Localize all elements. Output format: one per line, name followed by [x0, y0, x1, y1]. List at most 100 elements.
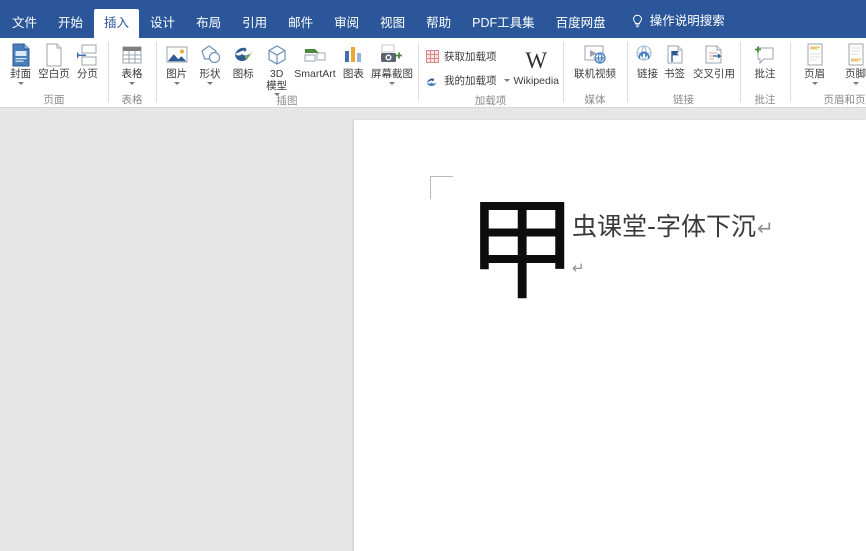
button-page-break[interactable]: 分页	[71, 41, 104, 81]
tab-baidu-netdisk[interactable]: 百度网盘	[546, 9, 616, 39]
button-new-comment-label: 批注	[754, 68, 776, 80]
tab-home[interactable]: 开始	[48, 9, 93, 39]
button-footer-label: 页脚	[845, 68, 866, 80]
button-footer[interactable]: 页脚	[835, 41, 866, 85]
chevron-down-icon[interactable]	[17, 81, 24, 85]
ribbon-group-tables-label: 表格	[121, 94, 143, 107]
chevron-down-icon[interactable]	[173, 81, 180, 85]
tab-insert[interactable]: 插入	[94, 8, 140, 38]
tab-view[interactable]: 视图	[370, 9, 415, 39]
button-shapes[interactable]: 形状	[193, 41, 226, 85]
button-page-break-label: 分页	[76, 68, 98, 80]
ribbon-group-media-label: 媒体	[584, 94, 606, 107]
margin-marker	[430, 176, 453, 199]
chevron-down-icon[interactable]	[206, 81, 213, 85]
button-my-addins[interactable]: 我的加载项	[422, 71, 513, 89]
tab-pdf-tools[interactable]: PDF工具集	[462, 9, 545, 39]
ribbon-group-addins: 获取加载项 我的加载项 W Wikipedia 加载项	[418, 38, 563, 108]
button-bookmark-label: 书签	[664, 68, 685, 80]
link-icon	[632, 43, 656, 67]
3d-model-icon	[266, 43, 288, 67]
ribbon-group-pages-label: 页面	[43, 94, 65, 107]
page-break-icon	[76, 43, 98, 67]
ribbon-group-pages: 封面 空白页 分页 页面	[0, 38, 108, 108]
button-get-addins[interactable]: 获取加载项	[422, 47, 513, 65]
button-online-video[interactable]: 联机视频	[567, 41, 623, 81]
table-icon	[121, 43, 143, 67]
button-blank-page[interactable]: 空白页	[37, 41, 71, 81]
button-smartart-label: SmartArt	[294, 68, 336, 80]
chevron-down-icon[interactable]	[503, 78, 510, 82]
button-icons-label: 图标	[232, 68, 254, 80]
button-table[interactable]: 表格	[112, 41, 152, 85]
picture-icon	[165, 43, 189, 67]
cross-reference-icon	[703, 43, 725, 67]
wikipedia-icon: W	[525, 48, 548, 74]
button-3d-model-label: 3D 模型	[266, 68, 288, 92]
bookmark-icon	[664, 43, 686, 67]
button-bookmark[interactable]: 书签	[657, 41, 692, 81]
button-3d-model[interactable]: 3D 模型	[260, 41, 293, 96]
cover-page-icon	[11, 43, 31, 67]
chevron-down-icon[interactable]	[852, 81, 859, 85]
button-cross-reference[interactable]: 交叉引用	[692, 41, 736, 81]
tab-mailings[interactable]: 邮件	[278, 9, 323, 39]
button-screenshot-label: 屏幕截图	[370, 68, 413, 80]
ribbon-group-media: 联机视频 媒体	[563, 38, 627, 108]
drop-cap-character[interactable]: 甲	[466, 195, 578, 307]
ribbon-group-comments-label: 批注	[754, 94, 776, 107]
button-shapes-label: 形状	[199, 68, 221, 80]
button-icons[interactable]: 图标	[227, 41, 260, 81]
tab-review[interactable]: 审阅	[324, 9, 369, 39]
tab-layout[interactable]: 布局	[186, 9, 231, 39]
screenshot-icon	[379, 43, 405, 67]
button-chart[interactable]: 图表	[337, 41, 370, 81]
blank-page-icon	[44, 43, 64, 67]
store-icon	[425, 49, 439, 63]
chevron-down-icon[interactable]	[129, 81, 135, 85]
ribbon-tab-bar: 文件 开始 插入 设计 布局 引用 邮件 审阅 视图 帮助 PDF工具集 百度网…	[0, 0, 866, 38]
my-addins-icon	[425, 73, 439, 87]
button-screenshot[interactable]: 屏幕截图	[370, 41, 414, 85]
button-my-addins-label: 我的加载项	[444, 74, 497, 87]
button-wikipedia[interactable]: W Wikipedia	[513, 46, 561, 88]
button-cover-page-label: 封面	[10, 68, 32, 80]
button-header[interactable]: 页眉	[794, 41, 835, 85]
tell-me-label: 操作说明搜索	[649, 14, 725, 29]
chevron-down-icon[interactable]	[388, 81, 395, 85]
document-canvas[interactable]: 甲 虫课堂-字体下沉↵ ↵	[0, 108, 866, 551]
button-cross-reference-label: 交叉引用	[693, 68, 735, 80]
shapes-icon	[198, 43, 222, 67]
tab-file[interactable]: 文件	[2, 9, 47, 39]
button-wikipedia-label: Wikipedia	[513, 75, 560, 88]
button-cover-page[interactable]: 封面	[4, 41, 37, 85]
ribbon-group-addins-label: 加载项	[474, 95, 507, 107]
tab-design[interactable]: 设计	[140, 9, 185, 39]
button-pictures[interactable]: 图片	[160, 41, 193, 85]
button-online-video-label: 联机视频	[574, 68, 616, 80]
chevron-down-icon[interactable]	[811, 81, 818, 85]
ribbon-group-links: 链接 书签 交叉引用 链接	[627, 38, 740, 108]
ribbon-group-links-label: 链接	[673, 94, 694, 107]
button-new-comment[interactable]: 批注	[744, 41, 786, 81]
body-text-run: 虫课堂-字体下沉	[572, 212, 757, 241]
ribbon-group-header-footer-label: 页眉和页脚	[823, 94, 866, 107]
lightbulb-icon	[631, 14, 644, 29]
empty-paragraph-mark: ↵	[572, 260, 585, 277]
tab-help[interactable]: 帮助	[416, 9, 461, 39]
online-video-icon	[583, 43, 607, 67]
button-smartart[interactable]: SmartArt	[293, 41, 336, 81]
smartart-icon	[303, 43, 327, 67]
tab-references[interactable]: 引用	[232, 9, 277, 39]
document-body-text[interactable]: 虫课堂-字体下沉↵	[572, 212, 774, 243]
icons-icon	[231, 43, 255, 67]
document-page[interactable]: 甲 虫课堂-字体下沉↵ ↵	[354, 120, 866, 551]
button-blank-page-label: 空白页	[38, 68, 70, 80]
tell-me-search[interactable]: 操作说明搜索	[617, 6, 735, 38]
button-get-addins-label: 获取加载项	[444, 50, 497, 63]
ribbon-group-illustrations-label: 插图	[276, 95, 298, 107]
button-link[interactable]: 链接	[631, 41, 658, 81]
ribbon-group-illustrations: 图片 形状 图标 3D 模型 SmartArt 图表 屏幕截图 插图	[156, 38, 418, 108]
button-header-label: 页眉	[804, 68, 825, 80]
paragraph-mark: ↵	[757, 216, 774, 240]
